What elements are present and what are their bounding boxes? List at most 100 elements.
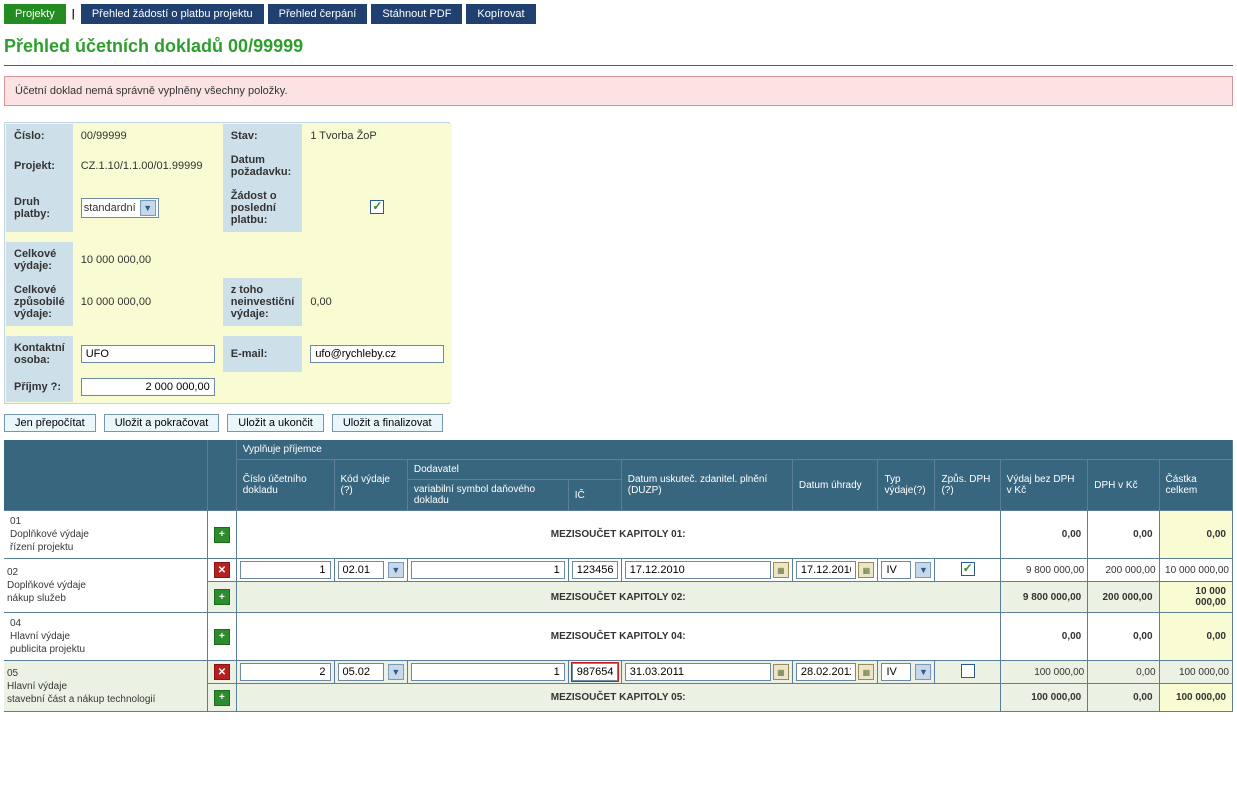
cislo-dokladu-input[interactable] (240, 561, 331, 579)
druh-platby-select[interactable]: standardní▼ (81, 198, 159, 218)
stav-value: 1 Tvorba ŽoP (302, 124, 452, 148)
doklady-table: Vyplňuje příjemce Číslo účetního dokladu… (4, 440, 1233, 712)
calendar-icon[interactable]: ▦ (858, 664, 874, 680)
z-toho-label: z toho neinvestiční výdaje: (223, 278, 303, 326)
calendar-icon[interactable]: ▦ (773, 664, 789, 680)
celkove-vydaje-label: Celkové výdaje: (6, 242, 73, 278)
col-dph: DPH v Kč (1088, 460, 1159, 511)
email-input[interactable] (310, 345, 444, 363)
col-dodavatel: Dodavatel (407, 460, 621, 480)
sum-dph: 0,00 (1088, 613, 1159, 661)
typ-vydaje-select[interactable] (881, 663, 911, 681)
chapter-label: 02 Doplňkové výdaje nákup služeb (4, 559, 208, 613)
cislo-label: Číslo: (6, 124, 73, 148)
dph-value: 200 000,00 (1088, 559, 1159, 582)
email-label: E-mail: (223, 336, 303, 372)
duzp-input[interactable] (625, 663, 771, 681)
cislo-value: 00/99999 (73, 124, 223, 148)
var-symbol-input[interactable] (411, 663, 565, 681)
sum-dph: 0,00 (1088, 511, 1159, 559)
cislo-dokladu-input[interactable] (240, 663, 331, 681)
kontaktni-input[interactable] (81, 345, 215, 363)
add-row-button[interactable]: + (214, 629, 230, 645)
nav-kopirovat-button[interactable]: Kopírovat (466, 4, 535, 24)
subtotal-label: MEZISOUČET KAPITOLY 05: (236, 684, 1000, 712)
var-symbol-input[interactable] (411, 561, 565, 579)
nav-projekty-button[interactable]: Projekty (4, 4, 66, 24)
bez-dph-value: 100 000,00 (1000, 661, 1088, 684)
nav-prehled-cerpani-button[interactable]: Přehled čerpání (268, 4, 368, 24)
col-kod-vydaje: Kód výdaje (?) (334, 460, 407, 511)
duzp-input[interactable] (625, 561, 771, 579)
chapter-label: 01 Doplňkové výdaje řízení projektu (4, 511, 208, 559)
stav-label: Stav: (223, 124, 303, 148)
col-vydaj-bez-dph: Výdaj bez DPH v Kč (1000, 460, 1088, 511)
ulozit-ukoncit-button[interactable]: Uložit a ukončit (227, 414, 324, 432)
side-header (4, 440, 208, 511)
ulozit-finalizovat-button[interactable]: Uložit a finalizovat (332, 414, 443, 432)
chevron-down-icon: ▼ (915, 664, 931, 680)
subtotal-label: MEZISOUČET KAPITOLY 04: (236, 613, 1000, 661)
ulozit-pokracovat-button[interactable]: Uložit a pokračovat (104, 414, 220, 432)
col-typ-vydaje: Typ výdaje(?) (878, 460, 935, 511)
celkem-value: 100 000,00 (1159, 661, 1232, 684)
top-nav: Projekty | Přehled žádostí o platbu proj… (4, 4, 1233, 24)
zpus-dph-checkbox[interactable] (961, 562, 975, 576)
sum-bez: 0,00 (1000, 511, 1088, 559)
chevron-down-icon: ▼ (915, 562, 931, 578)
col-celkem: Částka celkem (1159, 460, 1232, 511)
zadost-posledni-checkbox[interactable] (370, 200, 384, 214)
add-row-button[interactable]: + (214, 589, 230, 605)
datum-pozadavku-value (302, 148, 452, 184)
error-alert: Účetní doklad nemá správně vyplněny všec… (4, 76, 1233, 106)
col-cislo-dokladu: Číslo účetního dokladu (236, 460, 334, 511)
sum-celk: 10 000 000,00 (1159, 582, 1232, 613)
sum-celk: 0,00 (1159, 613, 1232, 661)
add-row-button[interactable]: + (214, 527, 230, 543)
info-panel: Číslo: 00/99999 Stav: 1 Tvorba ŽoP Proje… (4, 122, 450, 404)
prijmy-input[interactable] (81, 378, 215, 396)
datum-uhrady-input[interactable] (796, 663, 857, 681)
col-vyplnuje: Vyplňuje příjemce (236, 440, 1232, 460)
datum-pozadavku-label: Datum požadavku: (223, 148, 303, 184)
bez-dph-value: 9 800 000,00 (1000, 559, 1088, 582)
col-datum-uhrady: Datum úhrady (792, 460, 878, 511)
subtotal-label: MEZISOUČET KAPITOLY 02: (236, 582, 1000, 613)
kod-vydaje-select[interactable] (338, 561, 384, 579)
druh-platby-label: Druh platby: (6, 184, 73, 232)
subtotal-label: MEZISOUČET KAPITOLY 01: (236, 511, 1000, 559)
zadost-posledni-label: Žádost o poslední platbu: (223, 184, 303, 232)
chapter-label: 05 Hlavní výdaje stavební část a nákup t… (4, 661, 208, 712)
dph-value: 0,00 (1088, 661, 1159, 684)
celkove-zpusobile-label: Celkové způsobilé výdaje: (6, 278, 73, 326)
ic-input[interactable] (572, 561, 618, 579)
delete-row-button[interactable]: ✕ (214, 562, 230, 578)
datum-uhrady-input[interactable] (796, 561, 857, 579)
kontaktni-label: Kontaktní osoba: (6, 336, 73, 372)
prijmy-label: Příjmy ?: (6, 372, 73, 402)
celkem-value: 10 000 000,00 (1159, 559, 1232, 582)
nav-prehled-zadosti-button[interactable]: Přehled žádostí o platbu projektu (81, 4, 264, 24)
kod-vydaje-select[interactable] (338, 663, 384, 681)
delete-row-button[interactable]: ✕ (214, 664, 230, 680)
typ-vydaje-select[interactable] (881, 561, 911, 579)
ic-input[interactable] (572, 663, 618, 681)
sum-bez: 9 800 000,00 (1000, 582, 1088, 613)
calendar-icon[interactable]: ▦ (858, 562, 874, 578)
prepocitat-button[interactable]: Jen přepočítat (4, 414, 96, 432)
sum-dph: 200 000,00 (1088, 582, 1159, 613)
divider (4, 65, 1233, 66)
chapter-label: 04 Hlavní výdaje publicita projektu (4, 613, 208, 661)
nav-stahnout-pdf-button[interactable]: Stáhnout PDF (371, 4, 462, 24)
col-ic: IČ (568, 480, 621, 511)
projekt-value: CZ.1.10/1.1.00/01.99999 (73, 148, 223, 184)
calendar-icon[interactable]: ▦ (773, 562, 789, 578)
col-var-symbol: variabilní symbol daňového dokladu (407, 480, 568, 511)
z-toho-value: 0,00 (302, 278, 452, 326)
zpus-dph-checkbox[interactable] (961, 664, 975, 678)
col-action (208, 440, 237, 511)
sum-celk: 0,00 (1159, 511, 1232, 559)
add-row-button[interactable]: + (214, 690, 230, 706)
celkove-vydaje-value: 10 000 000,00 (73, 242, 453, 278)
celkove-zpusobile-value: 10 000 000,00 (73, 278, 223, 326)
